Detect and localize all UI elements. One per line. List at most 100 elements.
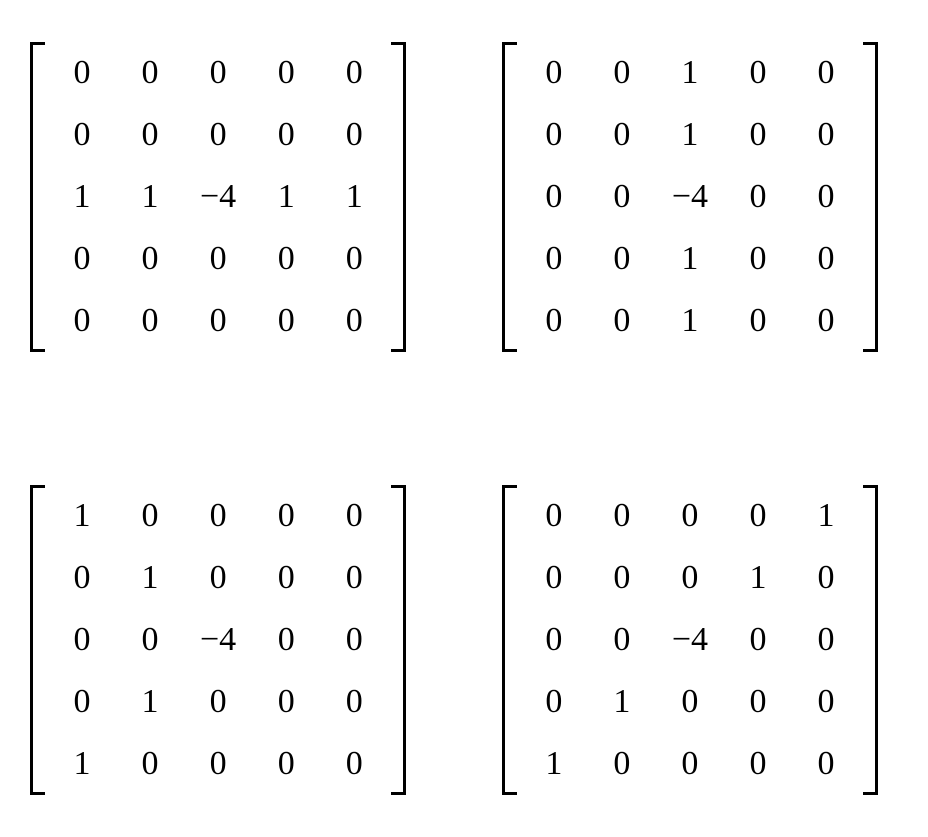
matrix-cell: 1 bbox=[320, 166, 388, 228]
matrix-cell: 1 bbox=[520, 733, 588, 795]
matrix-cell: 0 bbox=[724, 485, 792, 547]
matrix-cell: 0 bbox=[116, 485, 184, 547]
matrix-cell: 0 bbox=[588, 609, 656, 671]
matrix-cell: 0 bbox=[48, 290, 116, 352]
matrix-cell: 0 bbox=[252, 104, 320, 166]
matrix-row: 1 1 −4 1 1 bbox=[48, 166, 388, 228]
matrix-cell: 0 bbox=[320, 485, 388, 547]
matrix-cell: 1 bbox=[116, 166, 184, 228]
matrix-row: 0 0 1 0 0 bbox=[520, 228, 860, 290]
matrix-cell: 0 bbox=[116, 42, 184, 104]
matrix-cell: 0 bbox=[184, 290, 252, 352]
matrix-cell: 0 bbox=[724, 733, 792, 795]
matrix-bottom-left: 1 0 0 0 0 0 1 0 0 0 0 0 −4 0 bbox=[30, 485, 406, 795]
matrix-cell: 0 bbox=[252, 609, 320, 671]
matrix-cell: 0 bbox=[252, 290, 320, 352]
matrix-cell: 1 bbox=[588, 671, 656, 733]
matrix-row: 0 0 0 0 0 bbox=[48, 42, 388, 104]
matrix-cell: 0 bbox=[656, 671, 724, 733]
matrix-cell: 0 bbox=[252, 42, 320, 104]
matrix-grid: 0 0 0 0 0 0 0 0 0 0 1 1 −4 1 bbox=[30, 10, 898, 827]
matrix-cell: 0 bbox=[320, 671, 388, 733]
matrix-cell: 0 bbox=[724, 290, 792, 352]
matrix-top-right: 0 0 1 0 0 0 0 1 0 0 0 0 −4 0 bbox=[502, 42, 878, 352]
matrix-row: 0 0 1 0 0 bbox=[520, 42, 860, 104]
matrix-cell: −4 bbox=[656, 166, 724, 228]
matrix-row: 0 0 1 0 0 bbox=[520, 290, 860, 352]
matrix-cell: 0 bbox=[520, 485, 588, 547]
matrix-cell: 0 bbox=[792, 42, 860, 104]
matrix-body: 0 0 0 0 0 0 0 0 0 0 1 1 −4 1 bbox=[48, 42, 388, 352]
matrix-cell: 0 bbox=[724, 104, 792, 166]
matrix-cell: 0 bbox=[588, 166, 656, 228]
matrix-cell: 0 bbox=[48, 547, 116, 609]
matrix-row: 0 0 −4 0 0 bbox=[520, 609, 860, 671]
matrix-cell: 0 bbox=[520, 42, 588, 104]
matrix-cell: 0 bbox=[252, 547, 320, 609]
matrix-cell: 1 bbox=[116, 547, 184, 609]
matrix-cell: 0 bbox=[588, 290, 656, 352]
matrix-row: 0 0 0 0 0 bbox=[48, 104, 388, 166]
matrix-row: 1 0 0 0 0 bbox=[48, 485, 388, 547]
matrix-cell: 1 bbox=[48, 733, 116, 795]
matrix-top-left: 0 0 0 0 0 0 0 0 0 0 1 1 −4 1 bbox=[30, 42, 406, 352]
bracket-right-icon bbox=[866, 42, 878, 352]
matrix-cell: 0 bbox=[252, 485, 320, 547]
matrix-cell: 0 bbox=[184, 733, 252, 795]
matrix-cell: 0 bbox=[184, 485, 252, 547]
matrix-body: 1 0 0 0 0 0 1 0 0 0 0 0 −4 0 bbox=[48, 485, 388, 795]
matrix-cell: 0 bbox=[184, 671, 252, 733]
matrix-cell: 0 bbox=[320, 609, 388, 671]
matrix-cell: 0 bbox=[48, 671, 116, 733]
matrix-cell: 0 bbox=[320, 42, 388, 104]
matrix-cell: 0 bbox=[48, 42, 116, 104]
matrix-cell: 0 bbox=[656, 733, 724, 795]
matrix-row: 0 1 0 0 0 bbox=[48, 671, 388, 733]
matrix-cell: 0 bbox=[588, 547, 656, 609]
matrix-cell: 1 bbox=[48, 166, 116, 228]
bracket-right-icon bbox=[394, 485, 406, 795]
matrix-cell: 0 bbox=[48, 228, 116, 290]
matrix-row: 1 0 0 0 0 bbox=[48, 733, 388, 795]
bracket-left-icon bbox=[30, 42, 42, 352]
matrix-row: 0 0 −4 0 0 bbox=[48, 609, 388, 671]
matrix-cell: 0 bbox=[252, 733, 320, 795]
matrix-cell: 0 bbox=[588, 42, 656, 104]
matrix-body: 0 0 0 0 1 0 0 0 1 0 0 0 −4 0 bbox=[520, 485, 860, 795]
matrix-cell: 0 bbox=[588, 485, 656, 547]
matrix-cell: 0 bbox=[116, 290, 184, 352]
matrix-cell: 1 bbox=[656, 42, 724, 104]
matrix-bottom-right: 0 0 0 0 1 0 0 0 1 0 0 0 −4 0 bbox=[502, 485, 878, 795]
bracket-left-icon bbox=[502, 485, 514, 795]
bracket-left-icon bbox=[502, 42, 514, 352]
matrix-cell: 0 bbox=[724, 609, 792, 671]
matrix-row: 0 1 0 0 0 bbox=[520, 671, 860, 733]
matrix-cell: 0 bbox=[320, 104, 388, 166]
matrix-cell: 1 bbox=[792, 485, 860, 547]
matrix-cell: 0 bbox=[520, 547, 588, 609]
matrix-cell: 0 bbox=[252, 228, 320, 290]
matrix-row: 0 0 0 1 0 bbox=[520, 547, 860, 609]
matrix-cell: 0 bbox=[792, 228, 860, 290]
matrix-cell: 0 bbox=[320, 228, 388, 290]
matrix-cell: 0 bbox=[116, 228, 184, 290]
matrix-row: 1 0 0 0 0 bbox=[520, 733, 860, 795]
matrix-body: 0 0 1 0 0 0 0 1 0 0 0 0 −4 0 bbox=[520, 42, 860, 352]
matrix-row: 0 0 0 0 1 bbox=[520, 485, 860, 547]
matrix-cell: 0 bbox=[724, 671, 792, 733]
matrix-cell: 0 bbox=[48, 104, 116, 166]
matrix-cell: 0 bbox=[320, 733, 388, 795]
matrix-cell: 0 bbox=[656, 485, 724, 547]
matrix-cell: 0 bbox=[184, 104, 252, 166]
matrix-row: 0 1 0 0 0 bbox=[48, 547, 388, 609]
matrix-cell: 1 bbox=[656, 104, 724, 166]
matrix-cell: 0 bbox=[184, 228, 252, 290]
matrix-cell: 0 bbox=[48, 609, 116, 671]
matrix-cell: 0 bbox=[724, 166, 792, 228]
matrix-cell: 0 bbox=[520, 609, 588, 671]
matrix-cell: 0 bbox=[184, 547, 252, 609]
matrix-cell: 0 bbox=[588, 104, 656, 166]
matrix-cell: 0 bbox=[320, 547, 388, 609]
matrix-cell: 1 bbox=[724, 547, 792, 609]
matrix-cell: −4 bbox=[656, 609, 724, 671]
